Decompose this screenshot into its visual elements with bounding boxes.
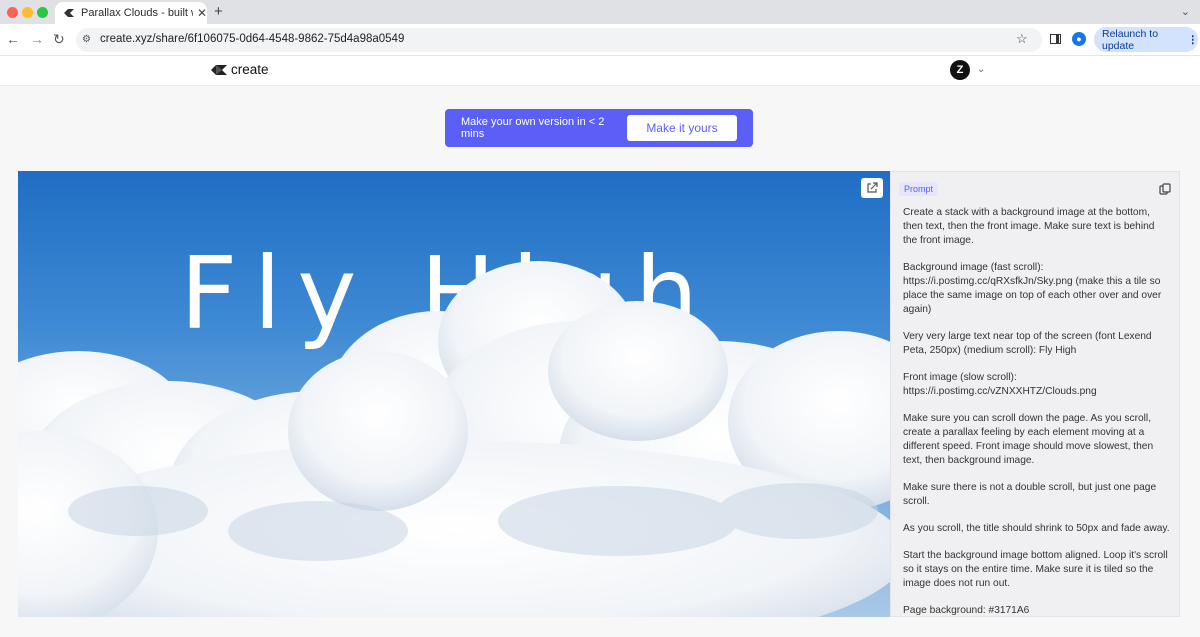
maximize-window-button[interactable] — [37, 7, 48, 18]
prompt-paragraph: Background image (fast scroll): https://… — [903, 262, 1162, 315]
app-preview[interactable]: Fly High — [18, 171, 890, 617]
prompt-badge: Prompt — [899, 182, 939, 196]
make-it-yours-button[interactable]: Make it yours — [627, 115, 737, 141]
prompt-paragraph: Create a stack with a background image a… — [903, 207, 1155, 246]
site-settings-icon[interactable]: ⚙ — [82, 34, 91, 45]
clouds-image — [18, 261, 890, 617]
profile-icon[interactable]: ● — [1072, 32, 1086, 46]
prompt-paragraph: Page background: #3171A6 — [903, 605, 1030, 616]
copy-icon[interactable] — [1159, 182, 1171, 200]
url-text[interactable]: create.xyz/share/6f106075-0d64-4548-9862… — [100, 33, 404, 45]
forward-arrow-icon[interactable]: → — [30, 31, 44, 47]
browser-tab-strip: Parallax Clouds - built with C ✕ + ⌄ — [0, 0, 1200, 24]
user-avatar[interactable]: Z — [950, 60, 970, 80]
bookmark-star-icon[interactable]: ☆ — [1016, 31, 1028, 47]
chevron-down-icon[interactable]: ⌄ — [977, 64, 985, 75]
browser-toolbar: ← → ↻ ⚙ create.xyz/share/6f106075-0d64-4… — [0, 24, 1200, 56]
create-logo-icon — [211, 64, 227, 75]
prompt-paragraph: Front image (slow scroll): https://i.pos… — [903, 372, 1097, 397]
main-content: Make your own version in < 2 mins Make i… — [0, 86, 1200, 637]
prompt-paragraph: Start the background image bottom aligne… — [903, 550, 1168, 589]
external-link-icon — [867, 182, 878, 193]
site-header: create Z ⌄ — [0, 56, 1200, 86]
back-arrow-icon[interactable]: ← — [6, 31, 20, 47]
close-window-button[interactable] — [7, 7, 18, 18]
browser-tab[interactable]: Parallax Clouds - built with C ✕ — [55, 2, 207, 24]
reload-icon[interactable]: ↻ — [53, 31, 65, 48]
kebab-menu-icon[interactable]: ⋮ — [1188, 34, 1199, 46]
create-logo-icon — [63, 7, 75, 19]
prompt-text: Create a stack with a background image a… — [903, 206, 1171, 616]
address-bar[interactable]: ⚙ create.xyz/share/6f106075-0d64-4548-98… — [76, 28, 1042, 52]
tab-title: Parallax Clouds - built with C — [81, 7, 193, 19]
relaunch-label: Relaunch to update — [1102, 27, 1159, 52]
cta-banner: Make your own version in < 2 mins Make i… — [445, 109, 753, 147]
tab-close-icon[interactable]: ✕ — [197, 6, 207, 20]
prompt-paragraph: Make sure you can scroll down the page. … — [903, 413, 1154, 466]
open-external-button[interactable] — [861, 178, 883, 198]
minimize-window-button[interactable] — [22, 7, 33, 18]
cta-text: Make your own version in < 2 mins — [461, 116, 605, 140]
prompt-paragraph: Very very large text near top of the scr… — [903, 331, 1152, 356]
new-tab-icon[interactable]: + — [214, 3, 223, 20]
prompt-paragraph: Make sure there is not a double scroll, … — [903, 482, 1157, 507]
tab-search-chevron-icon[interactable]: ⌄ — [1181, 5, 1190, 18]
site-logo[interactable]: create — [210, 62, 269, 77]
logo-text: create — [231, 62, 269, 77]
prompt-panel: Prompt Create a stack with a background … — [890, 171, 1180, 617]
relaunch-button[interactable]: Relaunch to update ⋮ — [1094, 27, 1198, 52]
side-panel-icon[interactable] — [1050, 34, 1061, 44]
prompt-paragraph: As you scroll, the title should shrink t… — [903, 523, 1170, 534]
